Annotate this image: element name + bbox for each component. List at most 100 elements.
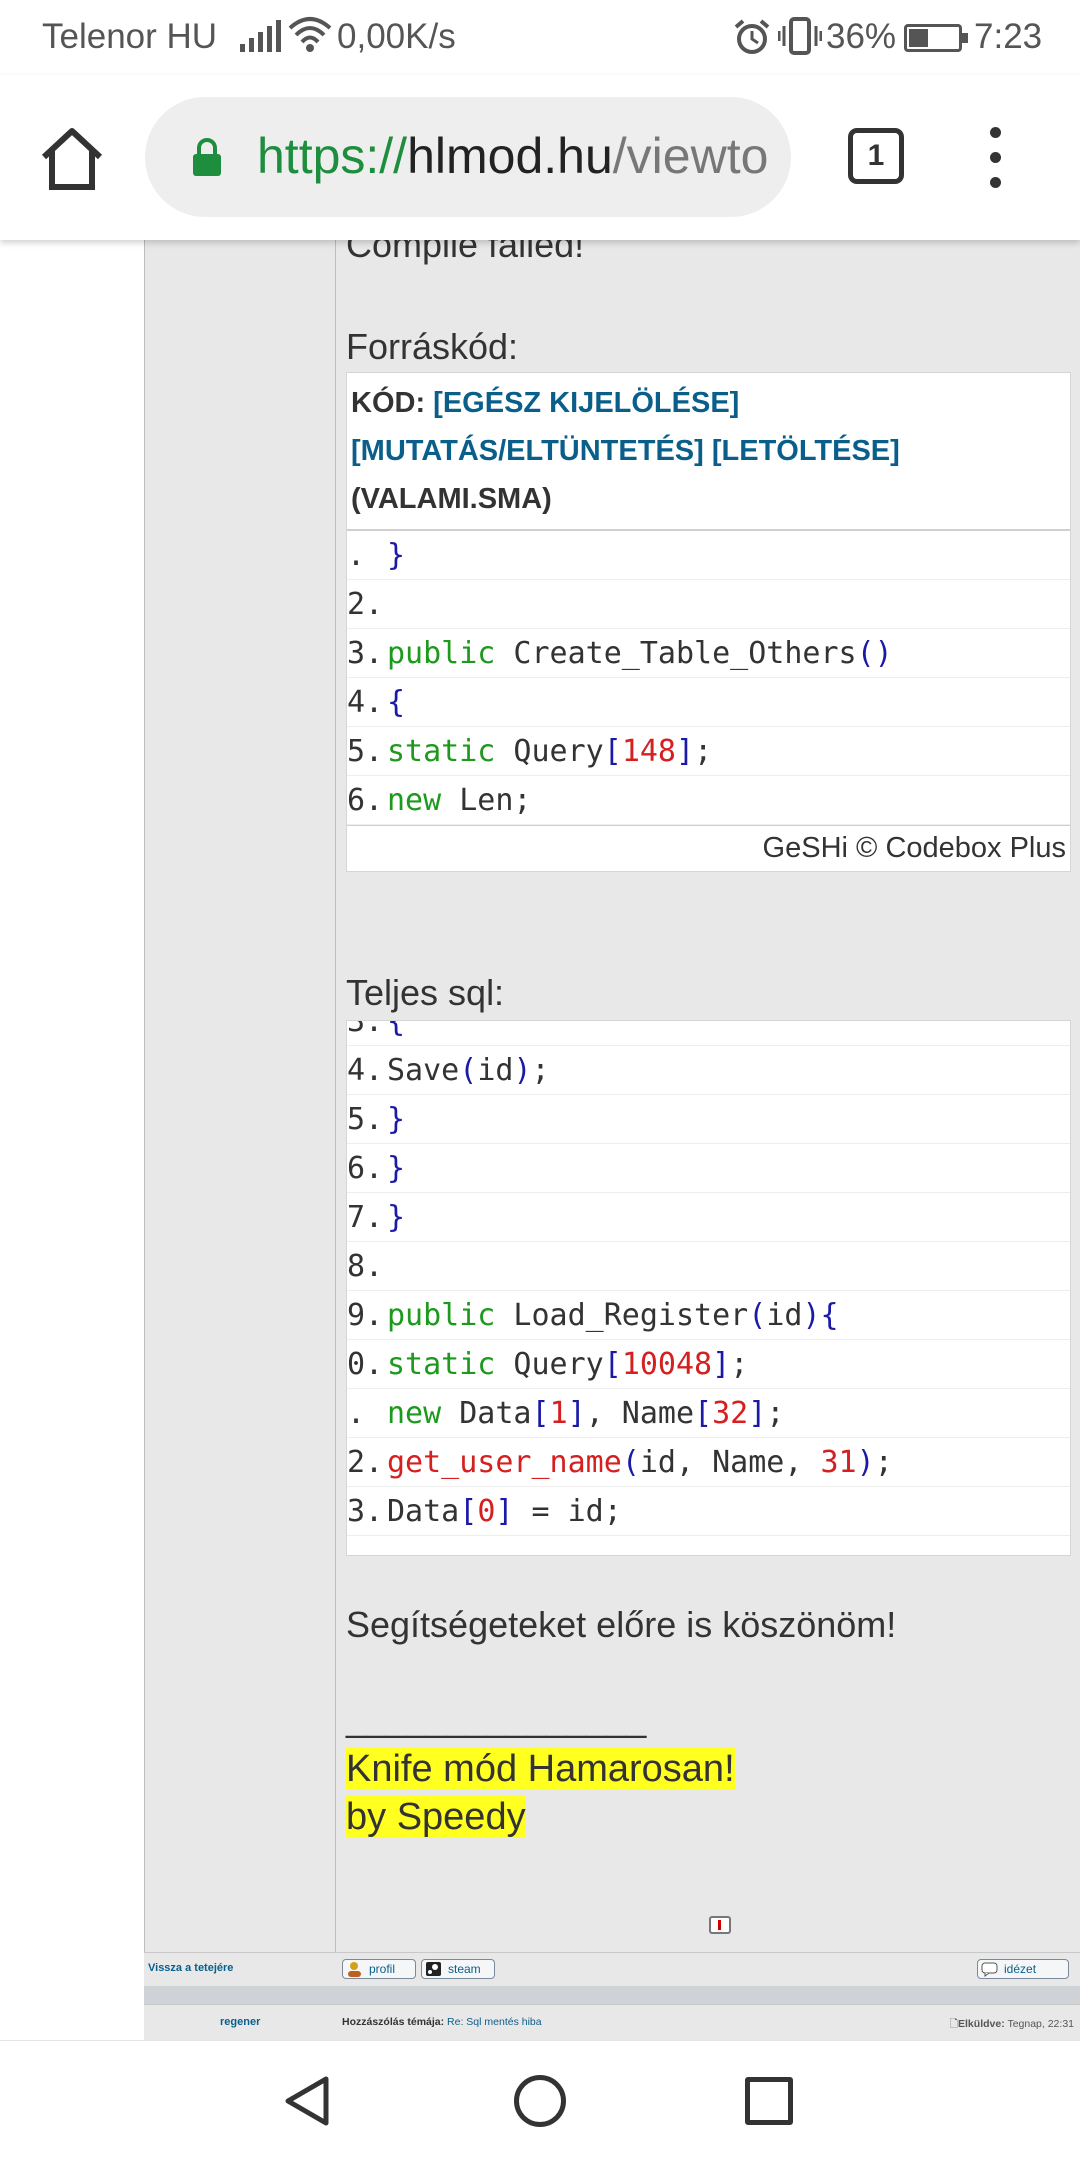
steam-icon <box>426 1962 441 1976</box>
source-label: Forráskód: <box>346 326 519 367</box>
profile-button[interactable]: profil <box>342 1959 416 1979</box>
line-number: 5. <box>347 1102 384 1137</box>
vibrate-icon <box>778 17 822 55</box>
recent-apps-icon[interactable] <box>745 2077 793 2125</box>
line-number: . <box>347 1396 384 1431</box>
quote-button[interactable]: idézet <box>977 1959 1069 1979</box>
address-bar[interactable]: https://hlmod.hu/viewto <box>145 97 791 217</box>
line-number: 5. <box>347 734 384 769</box>
line-number: 6. <box>347 783 384 818</box>
code-line: 5. static Query[148]; <box>347 727 1070 776</box>
document-icon: 🗋 <box>949 2018 959 2030</box>
code-line: 9. public Load_Register(id){ <box>347 1291 1070 1340</box>
line-code: } <box>387 1102 406 1137</box>
next-post-sent: 🗋Elküldve: Tegnap, 22:31 <box>949 2018 1074 2030</box>
battery-percent: 36% <box>826 17 897 56</box>
line-code: new Data[1], Name[32]; <box>387 1396 785 1431</box>
line-number: 8. <box>347 1249 384 1284</box>
toggle-link[interactable]: [MUTATÁS/ELTÜNTETÉS] <box>351 435 704 467</box>
code-line: 6.} <box>347 1144 1070 1193</box>
carrier-name: Telenor HU <box>42 17 218 56</box>
next-post-author[interactable]: regener <box>220 2016 260 2028</box>
back-icon[interactable] <box>282 2075 334 2127</box>
line-code: static Query[10048]; <box>387 1347 749 1382</box>
line-number: 2. <box>347 1445 384 1480</box>
code-box-header: KÓD: [EGÉSZ KIJELÖLÉSE] [MUTATÁS/ELTÜNTE… <box>347 373 1070 531</box>
code-box-source: KÓD: [EGÉSZ KIJELÖLÉSE] [MUTATÁS/ELTÜNTE… <box>346 372 1071 872</box>
code-line: 8. <box>347 1242 1070 1291</box>
network-speed: 0,00K/s <box>337 17 456 56</box>
line-code: public Create_Table_Others() <box>387 636 893 671</box>
code-lines: . } 2. 3. public Create_Table_Others() 4.{5.… <box>347 531 1070 825</box>
signature-line-2: by Speedy <box>346 1796 526 1838</box>
line-code: get_user_name(id, Name, 31); <box>387 1445 893 1480</box>
line-code: } <box>387 1200 406 1235</box>
line-number: 7. <box>347 1200 384 1235</box>
code-lines-scroll[interactable]: 3.{4. Save(id); 5.} 6.} 7.} 8. 9. public Load_R… <box>347 1020 1070 1536</box>
select-all-link[interactable]: [EGÉSZ KIJELÖLÉSE] <box>433 387 739 419</box>
geshi-credit: GeSHi © Codebox Plus <box>347 825 1070 871</box>
code-line: 3. public Create_Table_Others() <box>347 629 1070 678</box>
line-code: { <box>387 685 406 720</box>
line-code: { <box>387 1020 406 1039</box>
line-code: } <box>387 538 406 573</box>
home-icon[interactable] <box>38 125 106 193</box>
code-line: 3. Data[0] = id; <box>347 1487 1070 1536</box>
line-number: 3. <box>347 1020 384 1039</box>
back-to-top-link[interactable]: Vissza a tetejére <box>148 1962 233 1974</box>
line-code: Save(id); <box>387 1053 550 1088</box>
line-code: static Query[148]; <box>387 734 713 769</box>
code-line: . new Data[1], Name[32]; <box>347 1389 1070 1438</box>
overflow-menu-icon[interactable] <box>985 127 1005 197</box>
clock: 7:23 <box>974 17 1043 56</box>
url-text: https://hlmod.hu/viewto <box>257 128 769 184</box>
download-link[interactable]: [LETÖLTÉSE] <box>712 435 900 467</box>
signature-line-1: Knife mód Hamarosan! <box>346 1748 735 1790</box>
signature-rule: _______________ <box>346 1698 647 1739</box>
code-line: 0. static Query[10048]; <box>347 1340 1070 1389</box>
lock-icon <box>193 138 221 176</box>
home-nav-icon[interactable] <box>514 2075 566 2127</box>
author-column <box>144 240 336 1952</box>
wifi-icon <box>288 17 332 52</box>
forum-page: Compile failed! Forráskód: KÓD: [EGÉSZ K… <box>0 240 1080 2040</box>
browser-toolbar: https://hlmod.hu/viewto 1 <box>0 75 1080 240</box>
profile-icon <box>348 1962 361 1977</box>
tab-switcher-button[interactable]: 1 <box>848 128 904 184</box>
line-number: 0. <box>347 1347 384 1382</box>
report-icon[interactable] <box>709 1916 731 1934</box>
code-line: 3.{ <box>347 1020 1070 1046</box>
signal-icon <box>240 18 281 52</box>
next-post-subject: Hozzászólás témája: Re: Sql mentés hiba <box>342 2016 542 2028</box>
status-bar: Telenor HU 0,00K/s 36% 7:23 <box>0 0 1080 75</box>
line-number: 6. <box>347 1151 384 1186</box>
line-number: 4. <box>347 1053 384 1088</box>
line-number: . <box>347 538 384 573</box>
code-line: 5.} <box>347 1095 1070 1144</box>
line-number: 4. <box>347 685 384 720</box>
code-line: . } <box>347 531 1070 580</box>
post-separator <box>144 1986 1080 2004</box>
post-text-compile-failed: Compile failed! <box>346 240 585 265</box>
line-code: } <box>387 1151 406 1186</box>
line-number: 3. <box>347 636 384 671</box>
code-line: 4. Save(id); <box>347 1046 1070 1095</box>
line-number: 3. <box>347 1494 384 1529</box>
line-code: new Len; <box>387 783 532 818</box>
steam-button[interactable]: steam <box>421 1959 495 1979</box>
line-code: public Load_Register(id){ <box>387 1298 839 1333</box>
android-nav-bar <box>0 2040 1080 2160</box>
post-body: Compile failed! Forráskód: KÓD: [EGÉSZ K… <box>336 240 1080 1952</box>
code-line: 6. new Len; <box>347 776 1070 825</box>
code-line: 7.} <box>347 1193 1070 1242</box>
line-number: 2. <box>347 587 384 622</box>
quote-icon <box>981 1962 998 1977</box>
code-line: 2. get_user_name(id, Name, 31); <box>347 1438 1070 1487</box>
battery-icon <box>904 24 968 52</box>
code-box-full-sql[interactable]: 3.{4. Save(id); 5.} 6.} 7.} 8. 9. public Load_R… <box>346 1020 1071 1556</box>
line-number: 9. <box>347 1298 384 1333</box>
line-code: Data[0] = id; <box>387 1494 622 1529</box>
code-filename: (VALAMI.SMA) <box>351 483 552 515</box>
code-line: 4.{ <box>347 678 1070 727</box>
alarm-icon <box>734 19 770 54</box>
